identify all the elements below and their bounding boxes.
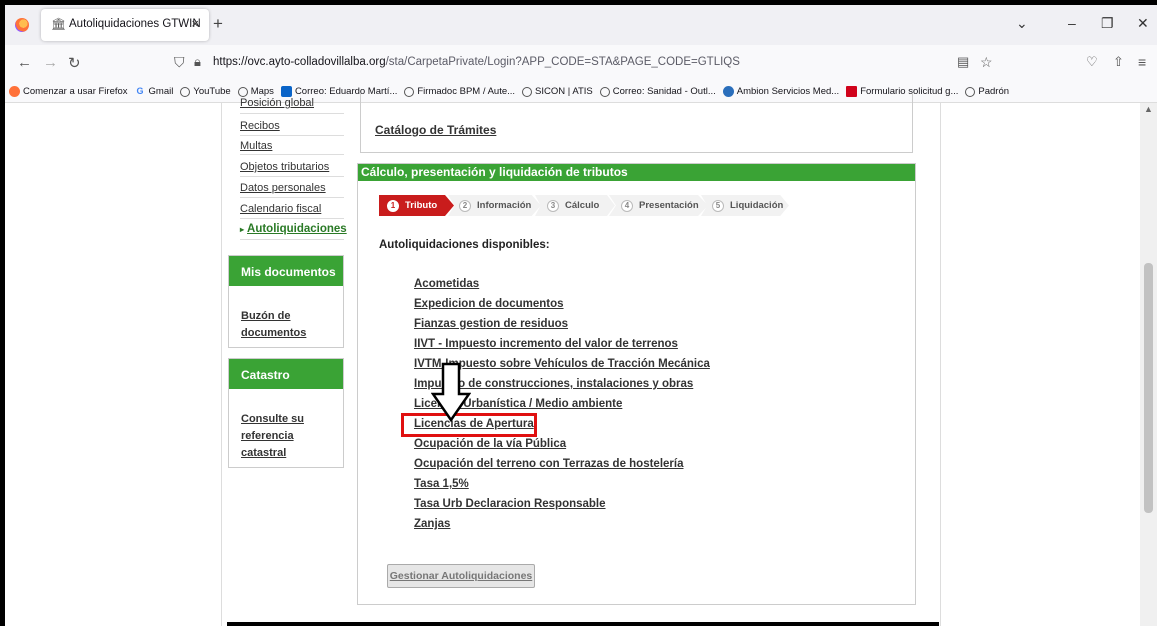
right-column-divider: [940, 103, 941, 626]
mis-documentos-box: Mis documentos Buzón de documentos: [228, 255, 344, 348]
menu-item-objetos-tributarios[interactable]: Objetos tributarios: [240, 161, 329, 173]
globe-icon: [965, 86, 976, 97]
menu-item-multas[interactable]: Multas: [240, 140, 272, 152]
catalogo-panel: Catálogo de Trámites: [360, 93, 913, 153]
page-bottom-bar: [227, 622, 939, 626]
browser-window: 🏛 Autoliquidaciones GTWIN × + ⌄ – ❐ ✕ ← …: [5, 5, 1157, 626]
bookmark-item[interactable]: Maps: [237, 86, 274, 97]
left-column-divider: [221, 103, 222, 626]
step-informacion: 2 Información: [448, 195, 541, 216]
menu-separator: [240, 135, 344, 136]
new-tab-button[interactable]: +: [213, 14, 223, 34]
step-tributo: 1 Tributo: [379, 195, 454, 216]
menu-separator: [240, 176, 344, 177]
url-text[interactable]: https://ovc.ayto-colladovillalba.org/sta…: [213, 56, 740, 68]
autoliq-link-zanjas[interactable]: Zanjas: [414, 518, 450, 530]
step-calculo: 3 Cálculo: [535, 195, 615, 216]
menu-icon[interactable]: ≡: [1138, 54, 1146, 70]
outlook-icon: [280, 86, 292, 97]
close-window-icon[interactable]: ✕: [1137, 15, 1149, 32]
scrollbar-thumb[interactable]: [1144, 263, 1153, 513]
bookmark-item[interactable]: Comenzar a usar Firefox: [9, 86, 128, 97]
menu-item-recibos[interactable]: Recibos: [240, 120, 280, 132]
bookmark-item[interactable]: G Gmail: [135, 86, 174, 97]
step-liquidacion: 5 Liquidación: [701, 195, 789, 216]
menu-separator: [240, 154, 344, 155]
menu-item-posicion-global[interactable]: Posición global: [240, 97, 314, 109]
menu-separator: [240, 197, 344, 198]
page-scrollbar[interactable]: ▲: [1140, 103, 1157, 626]
available-label: Autoliquidaciones disponibles:: [379, 239, 550, 251]
tab-autoliquidaciones[interactable]: 🏛 Autoliquidaciones GTWIN ×: [41, 9, 209, 41]
step-presentacion: 4 Presentación: [609, 195, 708, 216]
bookmark-item[interactable]: Padrón: [965, 86, 1009, 97]
mis-documentos-header: Mis documentos: [229, 256, 343, 286]
menu-separator: [240, 239, 344, 240]
menu-item-datos-personales[interactable]: Datos personales: [240, 182, 326, 194]
down-arrow-icon: [431, 362, 471, 422]
menu-item-calendario-fiscal[interactable]: Calendario fiscal: [240, 203, 321, 215]
menu-item-autoliquidaciones[interactable]: ▸ Autoliquidaciones: [240, 223, 347, 235]
firefox-icon: [9, 86, 20, 97]
lock-icon[interactable]: 🔒︎: [194, 54, 201, 70]
forward-icon[interactable]: →: [43, 54, 58, 71]
minimize-icon[interactable]: –: [1068, 15, 1076, 31]
catastro-header: Catastro: [229, 359, 343, 389]
menu-separator: [240, 113, 344, 114]
tab-strip: 🏛 Autoliquidaciones GTWIN × + ⌄ – ❐ ✕: [5, 5, 1157, 45]
catalogo-tramites-link[interactable]: Catálogo de Trámites: [375, 123, 496, 137]
gestionar-autoliquidaciones-button[interactable]: Gestionar Autoliquidaciones: [387, 564, 535, 588]
page-content: Posición global Recibos Multas Objetos t…: [5, 93, 1157, 626]
consulte-referencia-catastral-link[interactable]: Consulte su referencia catastral: [241, 411, 343, 462]
url-bar[interactable]: ⛉ 🔒︎ https://ovc.ayto-colladovillalba.or…: [170, 50, 930, 76]
autoliq-link-iivt[interactable]: IIVT - Impuesto incremento del valor de …: [414, 338, 678, 350]
google-icon: G: [136, 86, 144, 96]
pocket-icon[interactable]: ♡: [1086, 54, 1098, 70]
globe-icon: [180, 86, 191, 97]
autoliq-link-terrazas[interactable]: Ocupación del terreno con Terrazas de ho…: [414, 458, 683, 470]
reload-icon[interactable]: ↻: [68, 54, 81, 72]
navigation-bar: ← → ↻ ⛉ 🔒︎ https://ovc.ayto-colladovilla…: [5, 45, 1157, 81]
active-arrow-icon: ▸: [240, 225, 245, 234]
tracking-shield-icon[interactable]: ⛉: [174, 54, 185, 71]
globe-icon: [237, 86, 248, 97]
share-icon[interactable]: ⇧: [1113, 54, 1124, 70]
autoliq-link-ocupacion-via-publica[interactable]: Ocupación de la vía Pública: [414, 438, 566, 450]
catastro-box: Catastro Consulte su referencia catastral: [228, 358, 344, 468]
autoliq-link-fianzas[interactable]: Fianzas gestion de residuos: [414, 318, 568, 330]
buzon-documentos-link[interactable]: Buzón de documentos: [241, 308, 343, 342]
autoliq-link-expedicion[interactable]: Expedicion de documentos: [414, 298, 564, 310]
panel-title: Cálculo, presentación y liquidación de t…: [358, 164, 915, 181]
reader-view-icon[interactable]: ▤: [957, 54, 969, 70]
menu-separator: [240, 218, 344, 219]
scroll-up-icon[interactable]: ▲: [1144, 104, 1153, 114]
autoliq-link-tasa-15[interactable]: Tasa 1,5%: [414, 478, 469, 490]
bookmark-star-icon[interactable]: ☆: [980, 54, 993, 71]
tab-list-chevron-icon[interactable]: ⌄: [1016, 15, 1028, 32]
autoliq-link-tasa-urb[interactable]: Tasa Urb Declaracion Responsable: [414, 498, 606, 510]
firefox-icon[interactable]: [15, 18, 29, 32]
tab-close-icon[interactable]: ×: [191, 16, 199, 31]
back-icon[interactable]: ←: [17, 54, 32, 71]
bookmark-item[interactable]: YouTube: [180, 86, 231, 97]
autoliq-link-acometidas[interactable]: Acometidas: [414, 278, 479, 290]
site-favicon-icon: 🏛: [51, 17, 67, 31]
tab-title: Autoliquidaciones GTWIN: [69, 18, 201, 30]
maximize-icon[interactable]: ❐: [1101, 15, 1114, 32]
